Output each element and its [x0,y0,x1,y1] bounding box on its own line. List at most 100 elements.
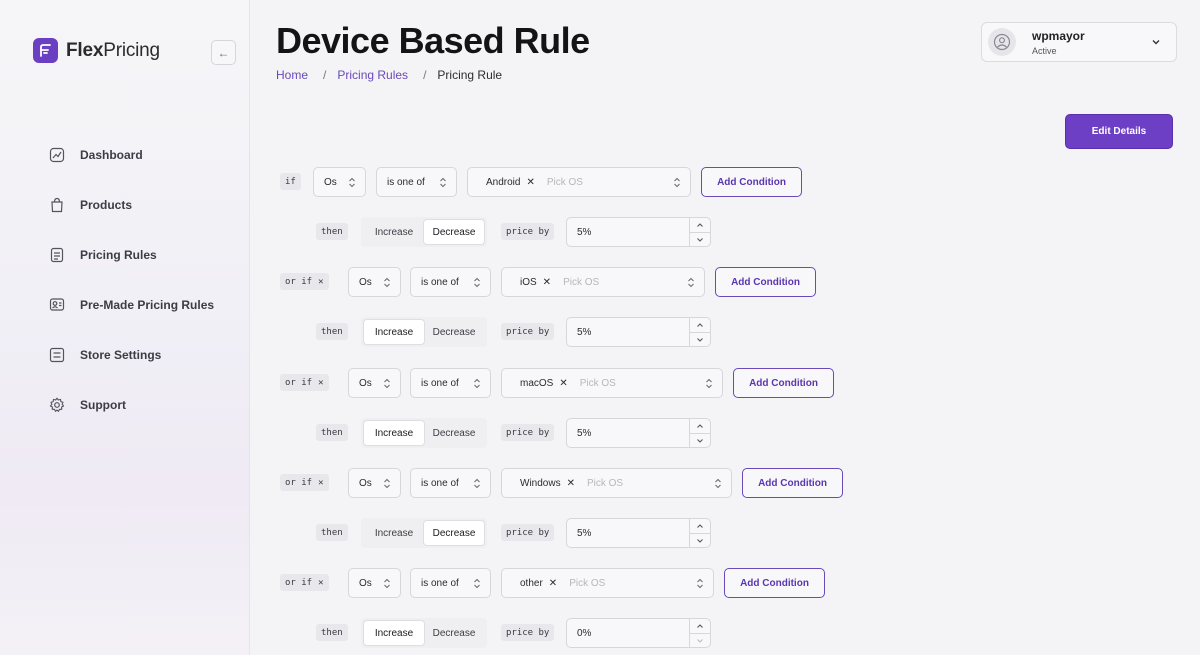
add-condition-button[interactable]: Add Condition [733,368,834,398]
then-tag: then [316,223,348,240]
os-multiselect[interactable]: Android ✕ Pick OS [467,167,691,197]
amount-input[interactable]: 5% [566,518,711,548]
sidebar-item-label: Products [80,198,133,212]
up-down-chevron-icon [473,578,481,592]
condition-prefix: or if [285,276,313,287]
add-condition-button[interactable]: Add Condition [742,468,843,498]
up-down-chevron-icon [673,177,681,191]
increment-icon[interactable] [690,318,710,332]
os-multiselect[interactable]: other ✕ Pick OS [501,568,714,598]
decrement-icon[interactable] [690,633,710,647]
up-down-chevron-icon [348,177,356,191]
field-select-value: Os [359,377,372,389]
sliders-icon [48,346,66,364]
increment-icon[interactable] [690,419,710,433]
remove-chip-icon[interactable]: ✕ [549,578,557,589]
field-select[interactable]: Os [348,368,401,398]
decrease-option[interactable]: Decrease [424,220,484,244]
condition-prefix-tag[interactable]: or if ✕ [280,474,329,491]
up-down-chevron-icon [383,578,391,592]
remove-condition-icon[interactable]: ✕ [318,478,323,488]
os-chip: other ✕ [512,578,557,589]
increment-icon[interactable] [690,619,710,633]
decrement-icon[interactable] [690,332,710,346]
sidebar-item-label: Pricing Rules [80,248,157,262]
up-down-chevron-icon [696,578,704,592]
os-multiselect[interactable]: iOS ✕ Pick OS [501,267,705,297]
operator-select[interactable]: is one of [376,167,457,197]
operator-select[interactable]: is one of [410,468,491,498]
remove-chip-icon[interactable]: ✕ [526,177,534,188]
collapse-sidebar-button[interactable]: ← [211,40,236,65]
action-row: then Increase Decrease price by 5% [0,217,1200,247]
operator-select[interactable]: is one of [410,368,491,398]
up-down-chevron-icon [705,378,713,392]
breadcrumb: Home / Pricing Rules / Pricing Rule [276,68,502,82]
field-select[interactable]: Os [348,267,401,297]
decrease-option[interactable]: Decrease [424,320,484,344]
price-by-tag: price by [501,323,555,340]
operator-select[interactable]: is one of [410,568,491,598]
action-row: then Increase Decrease price by 0% [0,618,1200,648]
decrement-icon[interactable] [690,232,710,246]
logo-text: FlexPricing [66,39,160,61]
user-card-icon [48,296,66,314]
increase-option[interactable]: Increase [364,421,424,445]
amount-input[interactable]: 5% [566,418,711,448]
decrement-icon[interactable] [690,533,710,547]
decrement-icon[interactable] [690,433,710,447]
decrease-option[interactable]: Decrease [424,521,484,545]
add-condition-button[interactable]: Add Condition [701,167,802,197]
breadcrumb-home[interactable]: Home [276,68,308,82]
condition-prefix: or if [285,577,313,588]
decrease-option[interactable]: Decrease [424,621,484,645]
increase-decrease-toggle: Increase Decrease [361,317,487,347]
chart-icon [48,146,66,164]
os-multiselect[interactable]: Windows ✕ Pick OS [501,468,732,498]
price-by-tag: price by [501,424,555,441]
edit-details-button[interactable]: Edit Details [1065,114,1173,149]
operator-select-value: is one of [421,276,459,288]
amount-input[interactable]: 0% [566,618,711,648]
amount-stepper [689,619,710,647]
field-select[interactable]: Os [348,468,401,498]
condition-row: or if ✕ Os is one of macOS ✕ Pick OS Add Condit… [0,368,1200,398]
remove-chip-icon[interactable]: ✕ [543,277,551,288]
user-icon [993,33,1011,51]
decrease-option[interactable]: Decrease [424,421,484,445]
increase-option[interactable]: Increase [364,621,424,645]
amount-input[interactable]: 5% [566,317,711,347]
logo[interactable]: FlexPricing [33,38,160,63]
increment-icon[interactable] [690,218,710,232]
sidebar-item-label: Store Settings [80,348,162,362]
remove-chip-icon[interactable]: ✕ [567,478,575,489]
condition-prefix: if [285,176,296,187]
remove-condition-icon[interactable]: ✕ [318,578,323,588]
sidebar-item-label: Dashboard [80,148,143,162]
remove-chip-icon[interactable]: ✕ [559,378,567,389]
condition-prefix-tag[interactable]: or if ✕ [280,574,329,591]
os-placeholder: Pick OS [546,176,583,188]
add-condition-button[interactable]: Add Condition [724,568,825,598]
amount-input[interactable]: 5% [566,217,711,247]
amount-stepper [689,218,710,246]
increase-option[interactable]: Increase [364,521,424,545]
operator-select[interactable]: is one of [410,267,491,297]
os-multiselect[interactable]: macOS ✕ Pick OS [501,368,723,398]
increment-icon[interactable] [690,519,710,533]
remove-condition-icon[interactable]: ✕ [318,277,323,287]
condition-prefix-tag[interactable]: or if ✕ [280,273,329,290]
increase-option[interactable]: Increase [364,320,424,344]
add-condition-button[interactable]: Add Condition [715,267,816,297]
field-select[interactable]: Os [313,167,366,197]
field-select[interactable]: Os [348,568,401,598]
user-menu[interactable]: wpmayor Active [981,22,1177,62]
breadcrumb-pricing-rules[interactable]: Pricing Rules [337,68,408,82]
remove-condition-icon[interactable]: ✕ [318,378,323,388]
increase-option[interactable]: Increase [364,220,424,244]
breadcrumb-current: Pricing Rule [437,68,503,82]
then-tag: then [316,624,348,641]
os-placeholder: Pick OS [579,377,616,389]
condition-prefix-tag[interactable]: or if ✕ [280,374,329,391]
increase-decrease-toggle: Increase Decrease [361,518,487,548]
